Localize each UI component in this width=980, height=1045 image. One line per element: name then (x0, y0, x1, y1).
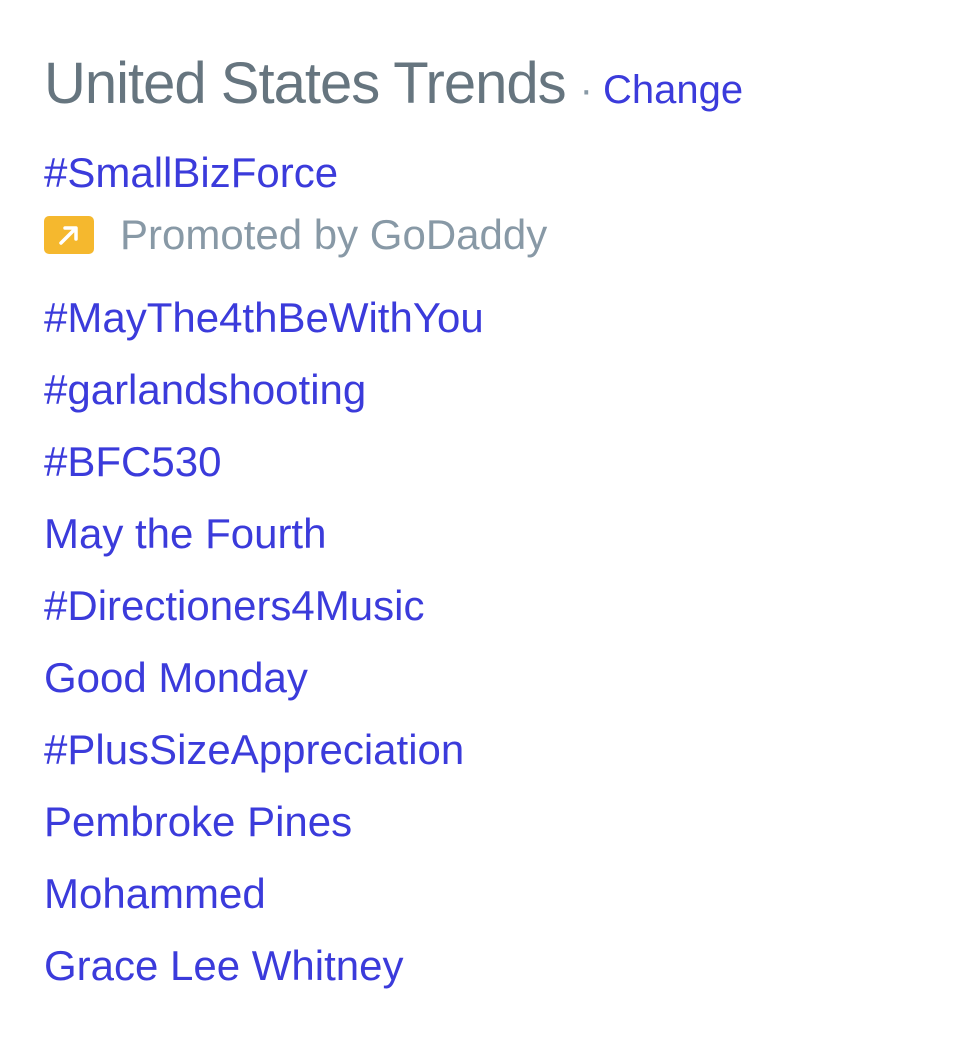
promoted-trend-link[interactable]: #SmallBizForce (44, 142, 944, 204)
promoted-arrow-icon (44, 216, 94, 254)
change-location-link[interactable]: Change (603, 68, 743, 113)
promoted-line: Promoted by GoDaddy (44, 204, 944, 266)
trend-item[interactable]: #Directioners4Music (44, 570, 944, 642)
trend-item[interactable]: May the Fourth (44, 498, 944, 570)
trends-title: United States Trends (44, 51, 567, 116)
promoted-by-label: Promoted by GoDaddy (120, 211, 548, 258)
trends-module: United States Trends · Change #SmallBizF… (44, 50, 944, 1002)
promoted-trend: #SmallBizForce Promoted by GoDaddy (44, 142, 944, 266)
trend-item[interactable]: #BFC530 (44, 426, 944, 498)
header-separator: · (579, 68, 593, 112)
trend-list: #MayThe4thBeWithYou #garlandshooting #BF… (44, 282, 944, 1002)
trend-item[interactable]: Mohammed (44, 858, 944, 930)
trend-item[interactable]: Good Monday (44, 642, 944, 714)
trend-item[interactable]: Grace Lee Whitney (44, 930, 944, 1002)
trend-item[interactable]: #MayThe4thBeWithYou (44, 282, 944, 354)
trend-item[interactable]: #PlusSizeAppreciation (44, 714, 944, 786)
trends-header: United States Trends · Change (44, 50, 944, 134)
trend-item[interactable]: Pembroke Pines (44, 786, 944, 858)
trend-item[interactable]: #garlandshooting (44, 354, 944, 426)
